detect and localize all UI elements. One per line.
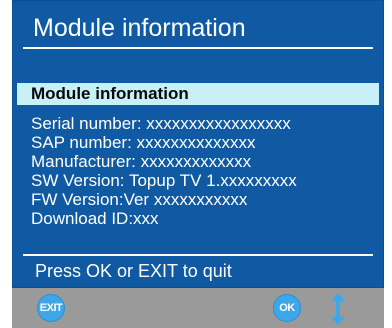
ok-button[interactable]: OK: [273, 294, 301, 322]
page-title: Module information: [33, 14, 246, 42]
info-fw-version: FW Version:Ver xxxxxxxxxxx: [31, 190, 248, 209]
title-divider: [23, 47, 373, 49]
info-manufacturer: Manufacturer: xxxxxxxxxxxxx: [31, 152, 252, 171]
info-serial-number: Serial number: xxxxxxxxxxxxxxxxx: [31, 114, 291, 133]
quit-hint: Press OK or EXIT to quit: [35, 261, 232, 281]
info-sw-version: SW Version: Topup TV 1.xxxxxxxxx: [31, 171, 297, 190]
footer-bar: EXIT OK: [12, 288, 384, 328]
info-list: Serial number: xxxxxxxxxxxxxxxxx SAP num…: [31, 114, 297, 228]
info-sap-number: SAP number: xxxxxxxxxxxxxx: [31, 133, 256, 152]
hint-divider: [23, 254, 373, 256]
section-header-bar: Module information: [17, 83, 379, 105]
section-header-label: Module information: [31, 84, 189, 103]
up-down-arrow-icon[interactable]: [328, 292, 348, 326]
module-info-screen: Module information Module information Se…: [12, 0, 386, 328]
info-download-id: Download ID:xxx: [31, 209, 159, 228]
module-info-panel: Module information Module information Se…: [12, 0, 384, 288]
exit-button[interactable]: EXIT: [37, 294, 65, 322]
